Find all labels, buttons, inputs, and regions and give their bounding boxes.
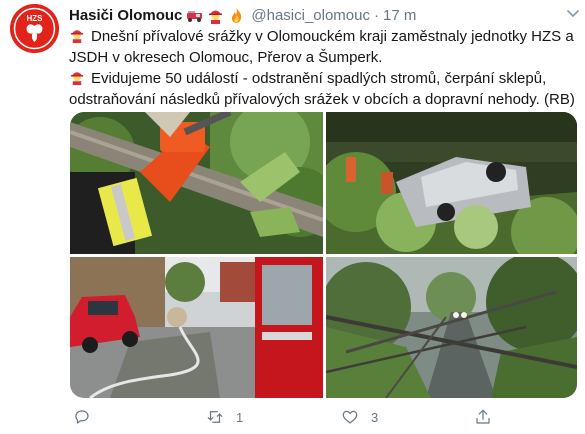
firefighter-icon [207, 7, 224, 24]
firefighter-icon [69, 27, 85, 43]
retweet-icon [207, 411, 223, 423]
share-icon [476, 409, 490, 424]
retweet-count: 1 [236, 409, 244, 425]
reply-button[interactable] [73, 405, 103, 429]
svg-text:HZS: HZS [27, 14, 44, 23]
firefighter-icon [69, 69, 85, 85]
tweet-line: Dnešní přívalové srážky v Olomouckém kra… [69, 26, 577, 68]
tweet-text: Dnešní přívalové srážky v Olomouckém kra… [69, 26, 577, 110]
like-button[interactable]: 3 [341, 405, 378, 429]
tweet-actions: 1 3 [69, 405, 577, 429]
separator-dot: · [374, 6, 379, 24]
heart-icon [342, 410, 358, 424]
tweet[interactable]: HZS Hasiči Olomouc @hasici_olomouc · 17 … [0, 0, 585, 434]
fire-icon [228, 7, 245, 24]
photo-fallen-tree-road[interactable] [326, 257, 577, 398]
handle[interactable]: @hasici_olomouc [251, 7, 370, 24]
photo-red-car-hose[interactable] [70, 257, 323, 398]
hzs-logo-icon: HZS [10, 4, 59, 53]
photo-overturned-car[interactable] [326, 112, 577, 254]
reply-icon [75, 410, 89, 424]
fire-engine-icon [186, 7, 203, 24]
tweet-line-text: Evidujeme 50 událostí - odstranění spadl… [69, 70, 575, 108]
tweet-line: Evidujeme 50 událostí - odstranění spadl… [69, 68, 577, 110]
share-button[interactable] [474, 405, 504, 429]
photo-chainsaw[interactable] [70, 112, 323, 254]
avatar[interactable]: HZS [10, 4, 59, 53]
chevron-down-icon[interactable] [567, 9, 579, 19]
retweet-button[interactable]: 1 [206, 405, 243, 429]
display-name[interactable]: Hasiči Olomouc [69, 7, 182, 24]
timestamp[interactable]: 17 m [383, 7, 416, 24]
tweet-header: Hasiči Olomouc @hasici_olomouc · 17 m [69, 5, 416, 25]
like-count: 3 [371, 409, 379, 425]
tweet-line-text: Dnešní přívalové srážky v Olomouckém kra… [69, 28, 574, 66]
